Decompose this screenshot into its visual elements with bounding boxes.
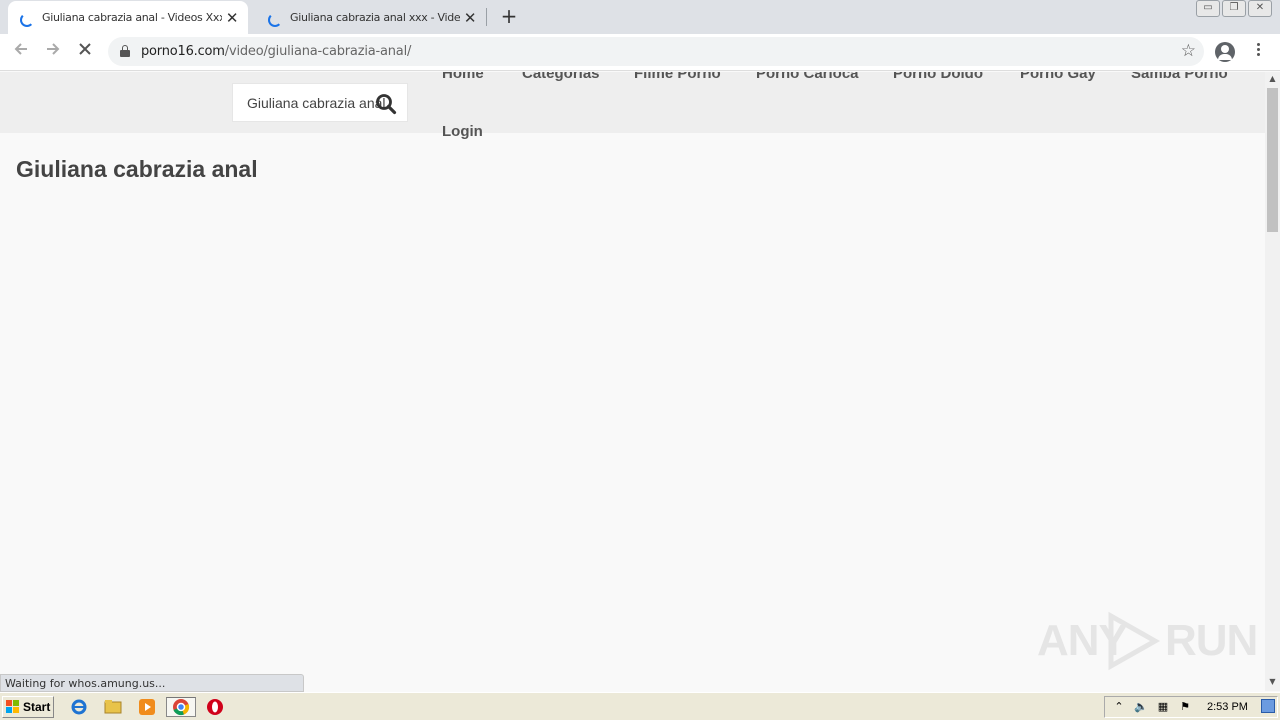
page-title: Giuliana cabrazia anal: [16, 156, 258, 182]
browser-tab-strip: Giuliana cabrazia anal - Videos Xxx Porn…: [0, 0, 1280, 34]
tab-close-icon[interactable]: ✕: [460, 8, 480, 28]
arrow-left-icon: [14, 43, 27, 55]
nav-login[interactable]: Login: [442, 123, 483, 140]
status-bubble: Waiting for whos.amung.us...: [0, 674, 304, 692]
tab-divider: [486, 8, 487, 26]
loading-spinner-icon: [18, 10, 34, 27]
site-search-input[interactable]: Giuliana cabrazia anal: [232, 83, 408, 122]
chrome-icon[interactable]: [166, 697, 196, 717]
window-controls: ▭ ❐ ✕: [1196, 0, 1272, 17]
network-icon[interactable]: ▦: [1155, 700, 1171, 714]
close-window-button[interactable]: ✕: [1248, 0, 1272, 17]
action-center-flag-icon[interactable]: ⚑: [1177, 700, 1193, 714]
browser-menu-icon[interactable]: [1250, 41, 1266, 63]
play-logo-icon: [1108, 611, 1161, 671]
close-icon: [79, 43, 91, 55]
nav-home[interactable]: Home: [442, 72, 484, 82]
opera-icon[interactable]: [204, 697, 226, 717]
url-host: porno16.com: [141, 44, 225, 59]
tab-inactive[interactable]: Giuliana cabrazia anal xxx - Videos Xxx …: [256, 1, 486, 34]
nav-porno-doido[interactable]: Porno Doido: [893, 72, 983, 82]
arrow-right-icon: [47, 43, 60, 55]
new-tab-button[interactable]: +: [498, 6, 520, 28]
watermark-right-text: RUN: [1165, 616, 1258, 665]
scroll-thumb[interactable]: [1267, 88, 1278, 232]
anyrun-watermark: ANY RUN: [1037, 608, 1258, 672]
url-path: /video/giuliana-cabrazia-anal/: [224, 44, 412, 59]
file-explorer-icon[interactable]: [102, 697, 124, 717]
page-scrollbar[interactable]: ▲ ▼: [1265, 72, 1280, 691]
windows-taskbar: Start ⌃ 🔈 ▦ ⚑ 2:53 PM: [0, 692, 1280, 720]
tab-title: Giuliana cabrazia anal - Videos Xxx Porn…: [42, 11, 222, 24]
tray-expand-icon[interactable]: ⌃: [1111, 700, 1127, 714]
minimize-button[interactable]: ▭: [1196, 0, 1220, 17]
system-tray: ⌃ 🔈 ▦ ⚑: [1104, 696, 1278, 718]
tab-close-icon[interactable]: ✕: [222, 8, 242, 28]
taskbar-clock[interactable]: 2:53 PM: [1207, 701, 1248, 713]
back-button[interactable]: [8, 40, 34, 66]
nav-categorias[interactable]: Categorias: [522, 72, 600, 82]
browser-toolbar: porno16.com/video/giuliana-cabrazia-anal…: [0, 34, 1280, 71]
address-bar[interactable]: porno16.com/video/giuliana-cabrazia-anal…: [108, 37, 1204, 66]
volume-icon[interactable]: 🔈: [1133, 700, 1149, 714]
lock-icon: [120, 45, 130, 57]
stop-loading-button[interactable]: [72, 40, 98, 66]
web-page: Giuliana cabrazia anal Home Categorias F…: [0, 72, 1265, 691]
loading-spinner-icon: [266, 10, 282, 27]
windows-logo-icon: [6, 700, 20, 714]
start-button[interactable]: Start: [2, 696, 54, 718]
restore-button[interactable]: ❐: [1222, 0, 1246, 17]
tab-active[interactable]: Giuliana cabrazia anal - Videos Xxx Porn…: [8, 1, 248, 34]
tab-title: Giuliana cabrazia anal xxx - Videos Xxx: [290, 11, 460, 24]
media-player-icon[interactable]: [136, 697, 158, 717]
nav-samba-porno[interactable]: Samba Porno: [1131, 72, 1228, 82]
search-input-value: Giuliana cabrazia anal: [247, 95, 386, 111]
profile-avatar-icon[interactable]: [1215, 42, 1235, 62]
start-label: Start: [23, 700, 51, 714]
scroll-down-arrow-icon[interactable]: ▼: [1265, 677, 1280, 689]
internet-explorer-icon[interactable]: [68, 697, 90, 717]
nav-porno-carioca[interactable]: Porno Carioca: [756, 72, 859, 82]
nav-filme-porno[interactable]: Filme Porno: [634, 72, 721, 82]
bookmark-star-icon[interactable]: ☆: [1181, 41, 1196, 61]
search-icon[interactable]: [375, 93, 397, 115]
site-header: Giuliana cabrazia anal Home Categorias F…: [0, 72, 1265, 140]
forward-button[interactable]: [40, 40, 66, 66]
show-desktop-icon[interactable]: [1261, 699, 1275, 713]
nav-porno-gay[interactable]: Porno Gay: [1020, 72, 1096, 82]
scroll-up-arrow-icon[interactable]: ▲: [1265, 74, 1280, 86]
url-text: porno16.com/video/giuliana-cabrazia-anal…: [141, 44, 411, 59]
